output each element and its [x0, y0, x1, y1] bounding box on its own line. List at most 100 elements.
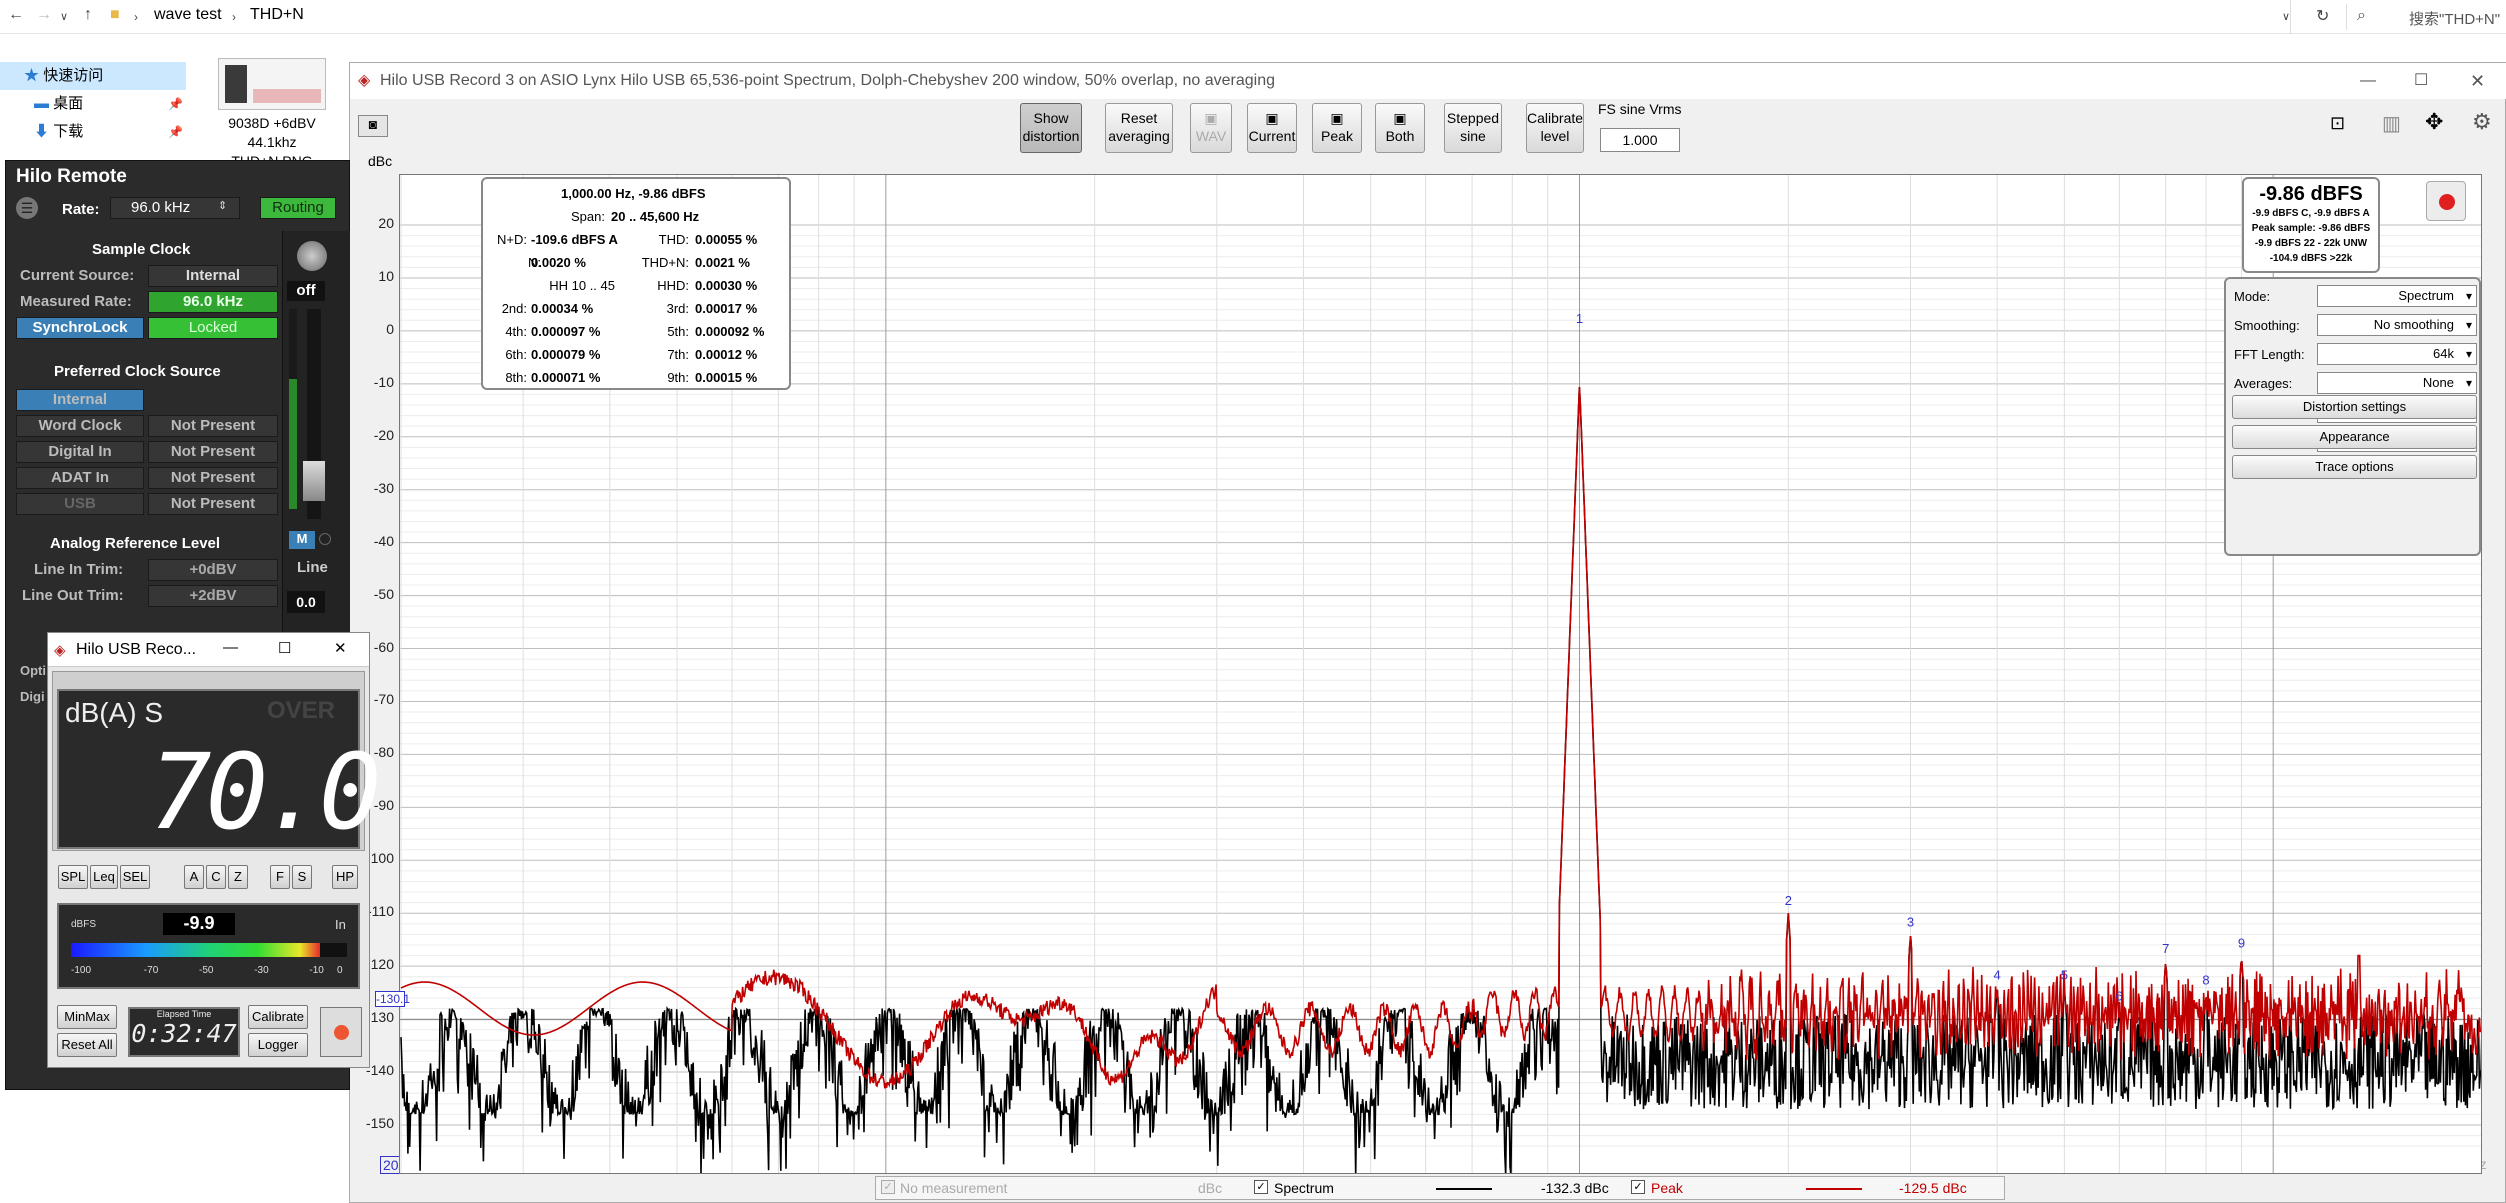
mute-button[interactable]: M	[289, 531, 315, 549]
minmax-button[interactable]: MinMax	[57, 1005, 117, 1029]
save-peak-button[interactable]: ▣ Peak	[1312, 103, 1362, 153]
line-out-select[interactable]: +2dBV	[148, 585, 278, 607]
file-thumbnail[interactable]: 9038D +6dBV 44.1khz THD+N.PNG	[214, 56, 330, 169]
line-in-label: Line In Trim:	[34, 561, 124, 578]
y-tick-label: -20	[373, 426, 394, 443]
meter-mode-button[interactable]: SEL	[120, 865, 150, 889]
reset-averaging-button[interactable]: Reset averaging	[1105, 103, 1173, 153]
nav-label: 快速访问	[43, 67, 104, 84]
synchrolock-button[interactable]: SynchroLock	[16, 317, 144, 339]
columns-icon[interactable]: ▥	[2382, 111, 2401, 136]
preferred-heading: Preferred Clock Source	[54, 363, 221, 380]
meter-mode-button[interactable]: C	[206, 865, 226, 889]
meter-mode-button[interactable]: Leq	[90, 865, 118, 889]
gain-knob[interactable]	[297, 241, 327, 271]
solo-indicator[interactable]	[319, 533, 331, 545]
distortion-info-box[interactable]: 1,000.00 Hz, -9.86 dBFS Span: 20 .. 45,6…	[481, 177, 791, 390]
peak-label: Peak	[1651, 1180, 1683, 1196]
calibrate-level-button[interactable]: Calibrate level	[1526, 103, 1584, 153]
rate-label: Rate:	[62, 201, 100, 218]
reference-marker[interactable]: -130.1	[375, 991, 410, 1007]
measured-rate-label: Measured Rate:	[20, 293, 132, 310]
meter-mode-button[interactable]: SPL	[58, 865, 88, 889]
show-distortion-button[interactable]: Show distortion	[1020, 103, 1082, 153]
channel-strip: off M Line 0.0	[282, 231, 350, 651]
control-select[interactable]: No smoothing	[2317, 314, 2477, 336]
appearance-button[interactable]: Appearance	[2232, 425, 2477, 449]
forward-arrow-icon[interactable]: →	[36, 6, 52, 24]
meter-mode-button[interactable]: HP	[332, 865, 358, 889]
minimize-icon[interactable]: —	[223, 639, 238, 656]
control-select[interactable]: 64k	[2317, 343, 2477, 365]
up-arrow-icon[interactable]: ↑	[84, 6, 92, 24]
control-select[interactable]: None	[2317, 372, 2477, 394]
no-measurement-checkbox[interactable]: ✓	[881, 1180, 895, 1194]
legend-unit: dBc	[1198, 1180, 1223, 1196]
breadcrumb-item[interactable]: wave test	[154, 6, 222, 24]
close-icon[interactable]: ✕	[2470, 63, 2485, 99]
peak-checkbox[interactable]: ✓	[1631, 1180, 1645, 1194]
routing-button[interactable]: Routing	[260, 197, 336, 219]
clock-source-button[interactable]: Internal	[16, 389, 144, 411]
level-line: -9.9 dBFS C, -9.9 dBFS A	[2252, 208, 2370, 219]
meter-mode-button[interactable]: F	[270, 865, 290, 889]
maximize-icon[interactable]: ☐	[278, 639, 291, 657]
meter-mode-button[interactable]: Z	[228, 865, 248, 889]
clock-source-button[interactable]: USB	[16, 493, 144, 515]
minimize-icon[interactable]: —	[2360, 63, 2376, 99]
record-button[interactable]	[2426, 181, 2466, 221]
clock-source-button[interactable]: Word Clock	[16, 415, 144, 437]
info-value: -109.6 dBFS A	[531, 232, 618, 247]
camera-icon[interactable]: ◙	[358, 115, 388, 137]
harmonic-label: 7	[2162, 941, 2169, 956]
off-button[interactable]: off	[287, 281, 325, 301]
control-select[interactable]: Spectrum	[2317, 285, 2477, 307]
save-both-button[interactable]: ▣ Both	[1375, 103, 1425, 153]
graph-layout-icon[interactable]: ⊡	[2330, 113, 2345, 134]
pin-icon[interactable]: 📌	[168, 118, 183, 146]
move-arrows-icon[interactable]: ✥	[2425, 109, 2443, 135]
maximize-icon[interactable]: ☐	[2414, 63, 2428, 99]
nav-item-downloads[interactable]: ⬇ 下载 📌	[0, 118, 186, 146]
save-current-button[interactable]: ▣ Current	[1247, 103, 1297, 153]
nav-item-desktop[interactable]: ▬ 桌面 📌	[0, 90, 186, 118]
wav-button[interactable]: ▣ WAV	[1190, 103, 1232, 153]
back-arrow-icon[interactable]: ←	[8, 6, 24, 24]
meter-mode-button[interactable]: A	[184, 865, 204, 889]
fader-handle[interactable]	[303, 461, 325, 501]
gear-icon[interactable]: ⚙	[2472, 109, 2492, 135]
meter-mode-button[interactable]: S	[292, 865, 312, 889]
menu-icon[interactable]: ☰	[16, 197, 38, 219]
clock-source-status: Not Present	[148, 493, 278, 515]
harmonic-label: 2	[1785, 893, 1792, 908]
fs-sine-input[interactable]: 1.000	[1600, 128, 1680, 152]
search-input[interactable]: 搜索"THD+N"	[2409, 8, 2500, 29]
spectrum-trace	[400, 386, 2481, 1173]
stepped-sine-button[interactable]: Stepped sine	[1444, 103, 1502, 153]
line-out-label: Line Out Trim:	[22, 587, 124, 604]
clock-source-button[interactable]: Digital In	[16, 441, 144, 463]
window-title: Hilo USB Record 3 on ASIO Lynx Hilo USB …	[380, 72, 1276, 89]
distortion-settings-button[interactable]: Distortion settings	[2232, 395, 2477, 419]
nav-item-quick-access[interactable]: ★ 快速访问	[0, 62, 186, 90]
spectrum-checkbox[interactable]: ✓	[1254, 1180, 1268, 1194]
close-icon[interactable]: ✕	[334, 639, 347, 657]
y-tick-label: -150	[365, 1115, 394, 1131]
clock-source-button[interactable]: ADAT In	[16, 467, 144, 489]
logger-button[interactable]: Logger	[248, 1033, 308, 1057]
breadcrumb-item[interactable]: THD+N	[250, 6, 304, 24]
pin-icon[interactable]: 📌	[168, 90, 183, 118]
harmonic-label: 3	[1907, 914, 1914, 929]
chevron-down-icon[interactable]: ∨	[60, 10, 68, 23]
trace-options-button[interactable]: Trace options	[2232, 455, 2477, 479]
refresh-icon[interactable]: ↻	[2316, 6, 2329, 26]
scale-tick: -50	[199, 965, 214, 976]
reset-all-button[interactable]: Reset All	[57, 1033, 117, 1057]
control-row: Mode: Spectrum	[2232, 285, 2477, 309]
search-box[interactable]: ⌕ 搜索"THD+N"	[2346, 4, 2506, 30]
legend-bar: ✓ No measurement dBc ✓ Spectrum -132.3 d…	[875, 1176, 2005, 1200]
calibrate-button[interactable]: Calibrate	[248, 1005, 308, 1029]
chevron-down-icon[interactable]: ∨	[2282, 10, 2290, 23]
line-in-select[interactable]: +0dBV	[148, 559, 278, 581]
meter-record-button[interactable]	[320, 1007, 362, 1057]
